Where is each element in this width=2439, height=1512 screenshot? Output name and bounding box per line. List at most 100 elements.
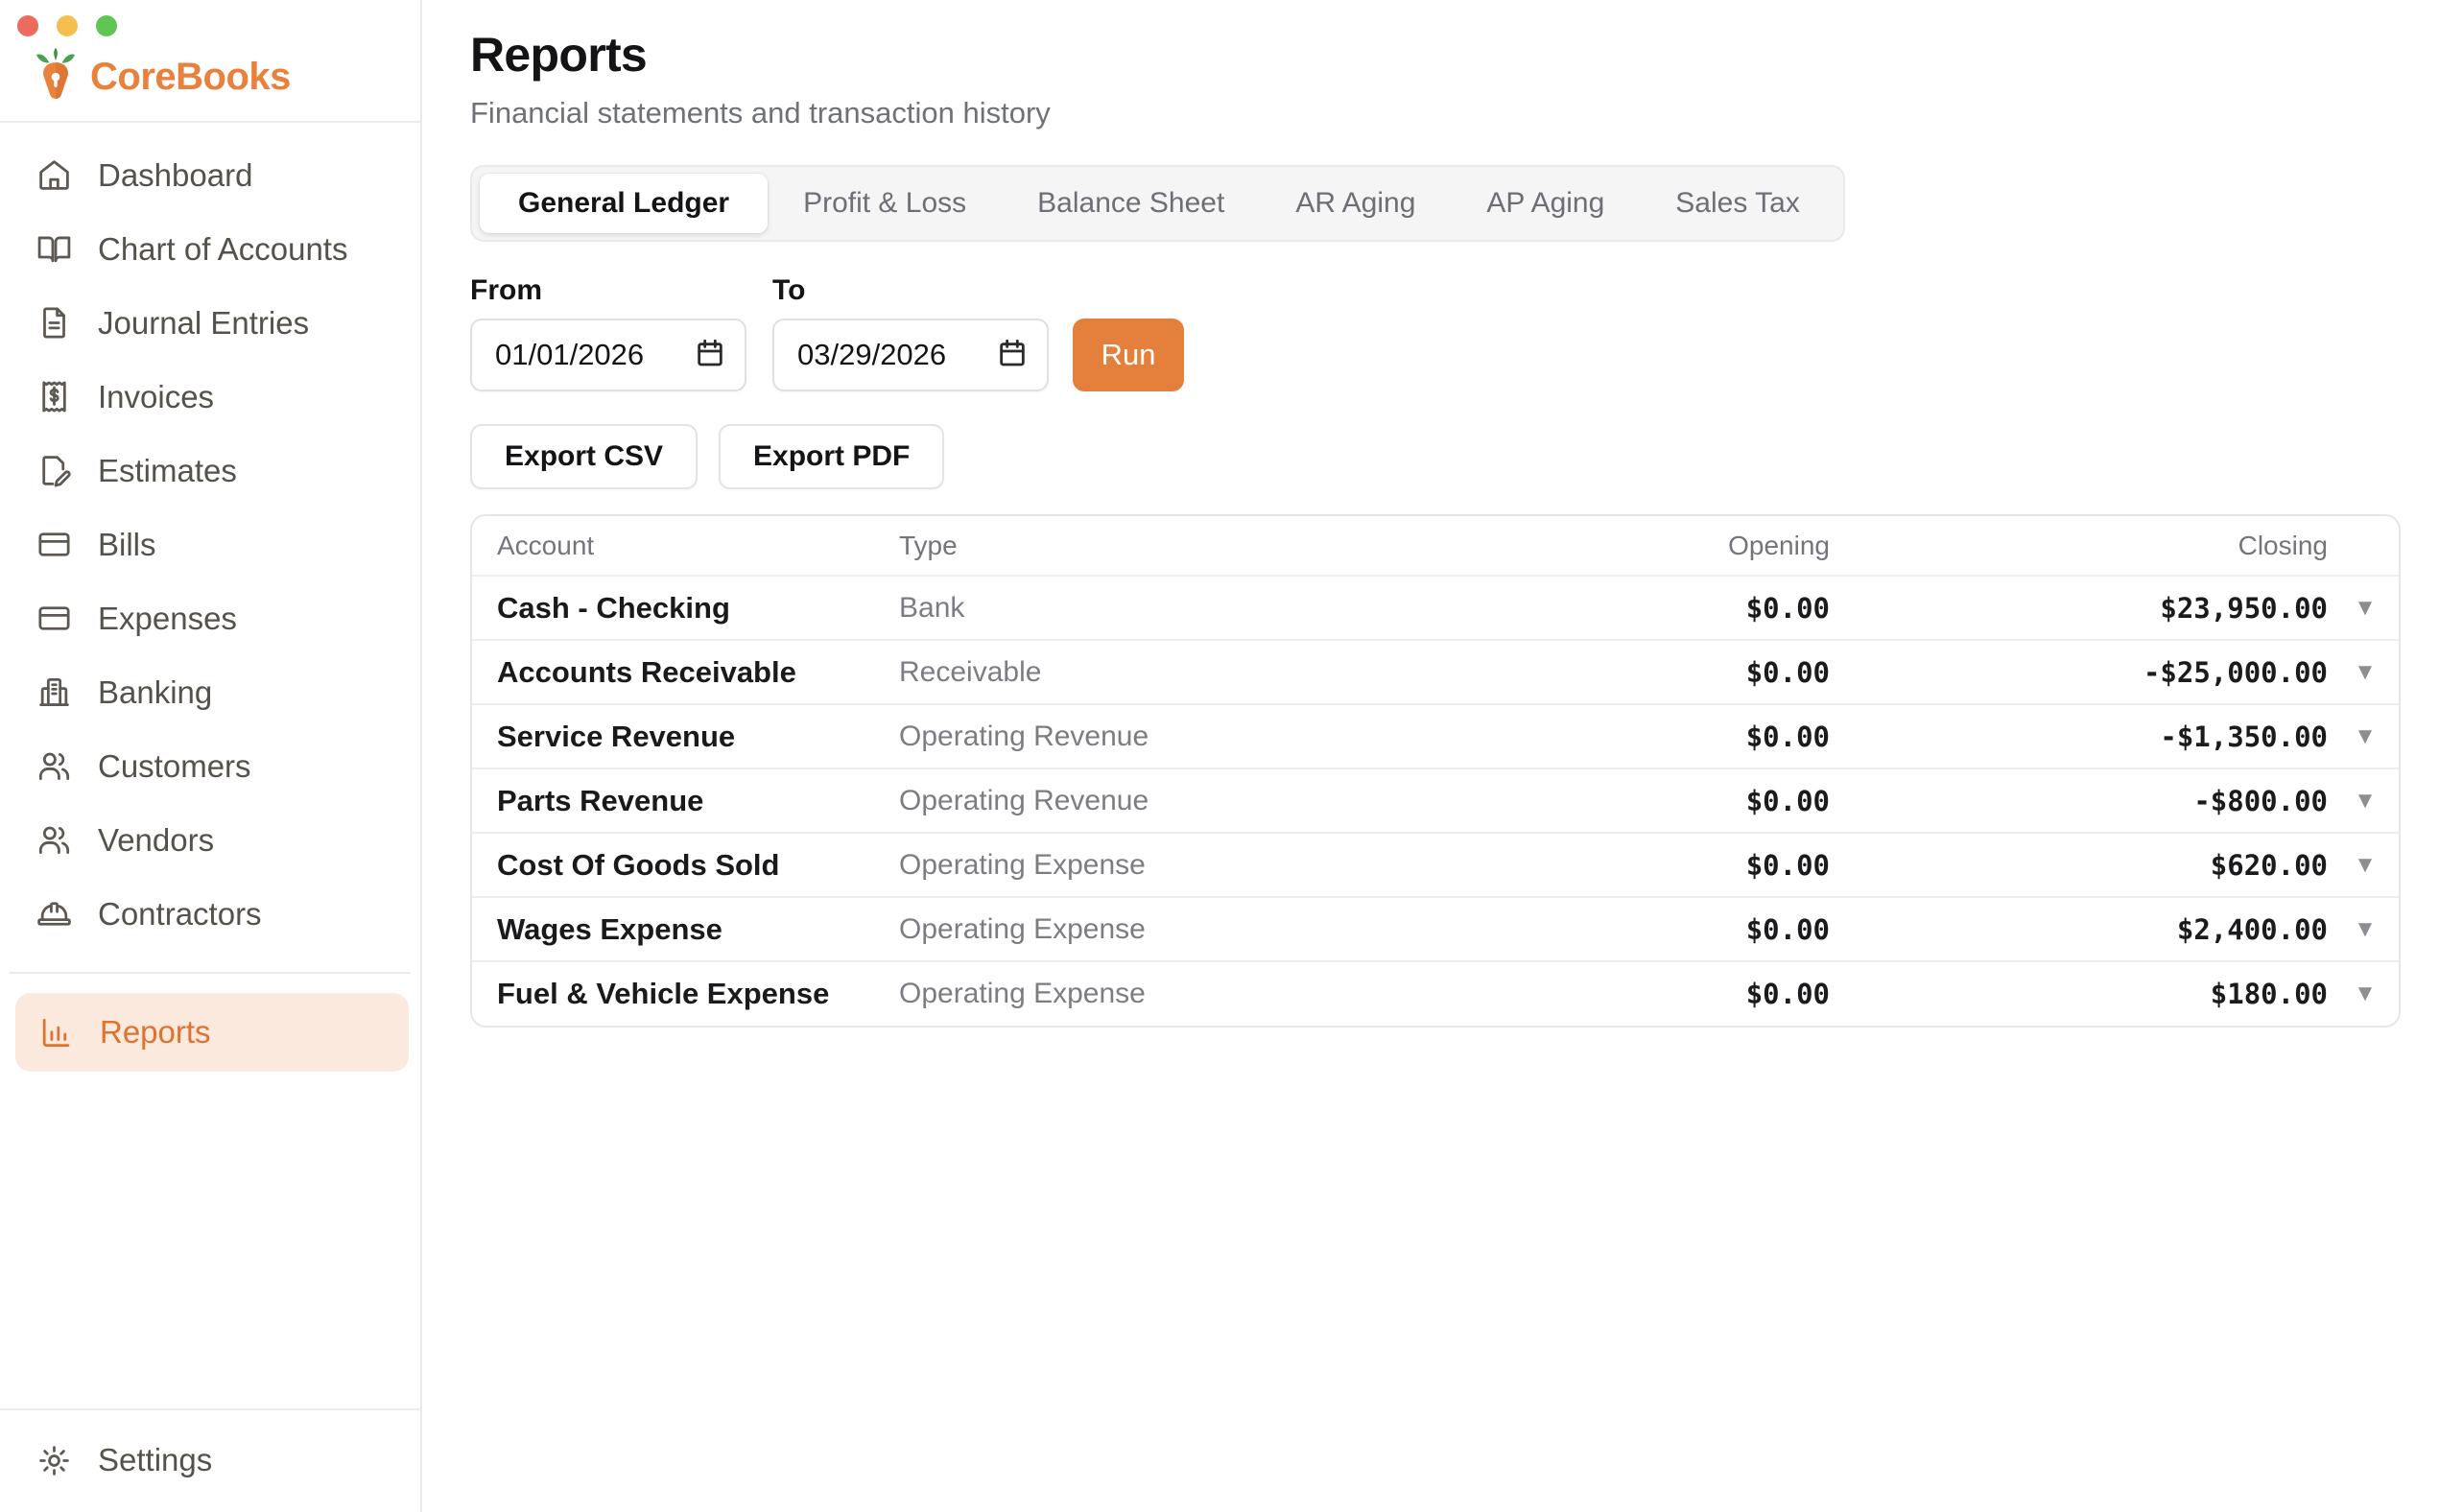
to-label: To [772, 274, 1049, 307]
general-ledger-table: Account Type Opening Closing Cash - Chec… [470, 514, 2401, 1028]
account-cell: Wages Expense [472, 897, 899, 961]
export-csv-button[interactable]: Export CSV [470, 424, 698, 489]
column-header-account: Account [472, 516, 899, 576]
type-cell: Operating Expense [899, 897, 1398, 961]
calendar-icon[interactable] [695, 338, 725, 373]
table-row: Wages Expense Operating Expense $0.00 $2… [472, 897, 2401, 961]
closing-cell: $180.00 [1830, 961, 2328, 1026]
minimize-window-button[interactable] [57, 15, 78, 36]
calendar-icon[interactable] [997, 338, 1028, 373]
opening-cell: $0.00 [1398, 704, 1830, 768]
page-title: Reports [470, 27, 2401, 83]
table-row: Parts Revenue Operating Revenue $0.00 -$… [472, 768, 2401, 833]
zoom-window-button[interactable] [96, 15, 117, 36]
expand-row-button[interactable]: ▼ [2346, 784, 2384, 818]
closing-cell: -$1,350.00 [1830, 704, 2328, 768]
table-row: Service Revenue Operating Revenue $0.00 … [472, 704, 2401, 768]
users-icon [36, 822, 72, 858]
app-window: CoreBooks Dashboard Chart of Accounts [0, 0, 2439, 1512]
sidebar-item-contractors[interactable]: Contractors [0, 877, 420, 951]
sidebar-spacer [0, 1072, 420, 1408]
expand-row-button[interactable]: ▼ [2346, 848, 2384, 883]
gear-icon [36, 1443, 72, 1478]
export-pdf-button[interactable]: Export PDF [719, 424, 944, 489]
tab-sales-tax[interactable]: Sales Tax [1640, 174, 1835, 233]
expand-row-button[interactable]: ▼ [2346, 591, 2384, 626]
sidebar-item-invoices[interactable]: Invoices [0, 360, 420, 434]
main-content: Reports Financial statements and transac… [422, 0, 2439, 1512]
sidebar-item-customers[interactable]: Customers [0, 729, 420, 803]
close-window-button[interactable] [17, 15, 38, 36]
type-cell: Receivable [899, 640, 1398, 704]
sidebar-item-reports[interactable]: Reports [15, 993, 409, 1072]
account-cell: Service Revenue [472, 704, 899, 768]
sidebar-item-chart-of-accounts[interactable]: Chart of Accounts [0, 212, 420, 286]
table-row: Cash - Checking Bank $0.00 $23,950.00 ▼ [472, 576, 2401, 640]
account-cell: Accounts Receivable [472, 640, 899, 704]
closing-cell: $2,400.00 [1830, 897, 2328, 961]
account-cell: Parts Revenue [472, 768, 899, 833]
closing-cell: -$25,000.00 [1830, 640, 2328, 704]
sidebar-divider [10, 972, 411, 974]
from-label: From [470, 274, 746, 307]
hard-hat-icon [36, 896, 72, 932]
account-cell: Fuel & Vehicle Expense [472, 961, 899, 1026]
type-cell: Operating Expense [899, 833, 1398, 897]
column-header-closing: Closing [1830, 516, 2328, 576]
sidebar-nav: Dashboard Chart of Accounts Journal Entr… [0, 123, 420, 951]
sidebar-item-bills[interactable]: Bills [0, 508, 420, 581]
users-icon [36, 748, 72, 784]
sidebar-item-settings[interactable]: Settings [0, 1422, 420, 1499]
sidebar-item-expenses[interactable]: Expenses [0, 581, 420, 655]
expand-row-button[interactable]: ▼ [2346, 977, 2384, 1011]
tab-ar-aging[interactable]: AR Aging [1260, 174, 1451, 233]
type-cell: Bank [899, 576, 1398, 640]
book-open-icon [36, 231, 72, 267]
table-header-row: Account Type Opening Closing [472, 516, 2401, 576]
tab-general-ledger[interactable]: General Ledger [480, 174, 768, 233]
window-controls [0, 0, 420, 36]
column-header-actions [2328, 516, 2401, 576]
tab-balance-sheet[interactable]: Balance Sheet [1002, 174, 1260, 233]
column-header-opening: Opening [1398, 516, 1830, 576]
table-row: Accounts Receivable Receivable $0.00 -$2… [472, 640, 2401, 704]
sidebar-footer: Settings [0, 1408, 420, 1512]
home-icon [36, 157, 72, 193]
export-actions: Export CSV Export PDF [470, 424, 2401, 489]
expand-row-button[interactable]: ▼ [2346, 720, 2384, 754]
carrot-logo-icon [35, 48, 77, 106]
column-header-type: Type [899, 516, 1398, 576]
from-date-input[interactable]: 01/01/2026 [470, 319, 746, 391]
expand-row-button[interactable]: ▼ [2346, 655, 2384, 690]
expand-row-button[interactable]: ▼ [2346, 912, 2384, 947]
brand-name: CoreBooks [90, 56, 291, 99]
sidebar-item-vendors[interactable]: Vendors [0, 803, 420, 877]
tab-ap-aging[interactable]: AP Aging [1451, 174, 1640, 233]
opening-cell: $0.00 [1398, 640, 1830, 704]
file-text-icon [36, 305, 72, 341]
to-date-input[interactable]: 03/29/2026 [772, 319, 1049, 391]
closing-cell: $23,950.00 [1830, 576, 2328, 640]
file-edit-icon [36, 453, 72, 488]
credit-card-icon [36, 601, 72, 636]
tab-profit-and-loss[interactable]: Profit & Loss [768, 174, 1002, 233]
receipt-icon [36, 379, 72, 414]
account-cell: Cost Of Goods Sold [472, 833, 899, 897]
run-button[interactable]: Run [1073, 319, 1184, 391]
sidebar-item-estimates[interactable]: Estimates [0, 434, 420, 508]
opening-cell: $0.00 [1398, 961, 1830, 1026]
report-tabs: General Ledger Profit & Loss Balance She… [470, 165, 1845, 242]
table-row: Cost Of Goods Sold Operating Expense $0.… [472, 833, 2401, 897]
sidebar-item-dashboard[interactable]: Dashboard [0, 138, 420, 212]
date-filters: From 01/01/2026 To 03/29/2026 Run [470, 274, 2401, 391]
sidebar: CoreBooks Dashboard Chart of Accounts [0, 0, 422, 1512]
bank-icon [36, 674, 72, 710]
credit-card-icon [36, 527, 72, 562]
sidebar-item-banking[interactable]: Banking [0, 655, 420, 729]
sidebar-item-journal-entries[interactable]: Journal Entries [0, 286, 420, 360]
page-subtitle: Financial statements and transaction his… [470, 96, 2401, 130]
opening-cell: $0.00 [1398, 897, 1830, 961]
type-cell: Operating Revenue [899, 768, 1398, 833]
bar-chart-icon [38, 1015, 74, 1051]
type-cell: Operating Expense [899, 961, 1398, 1026]
